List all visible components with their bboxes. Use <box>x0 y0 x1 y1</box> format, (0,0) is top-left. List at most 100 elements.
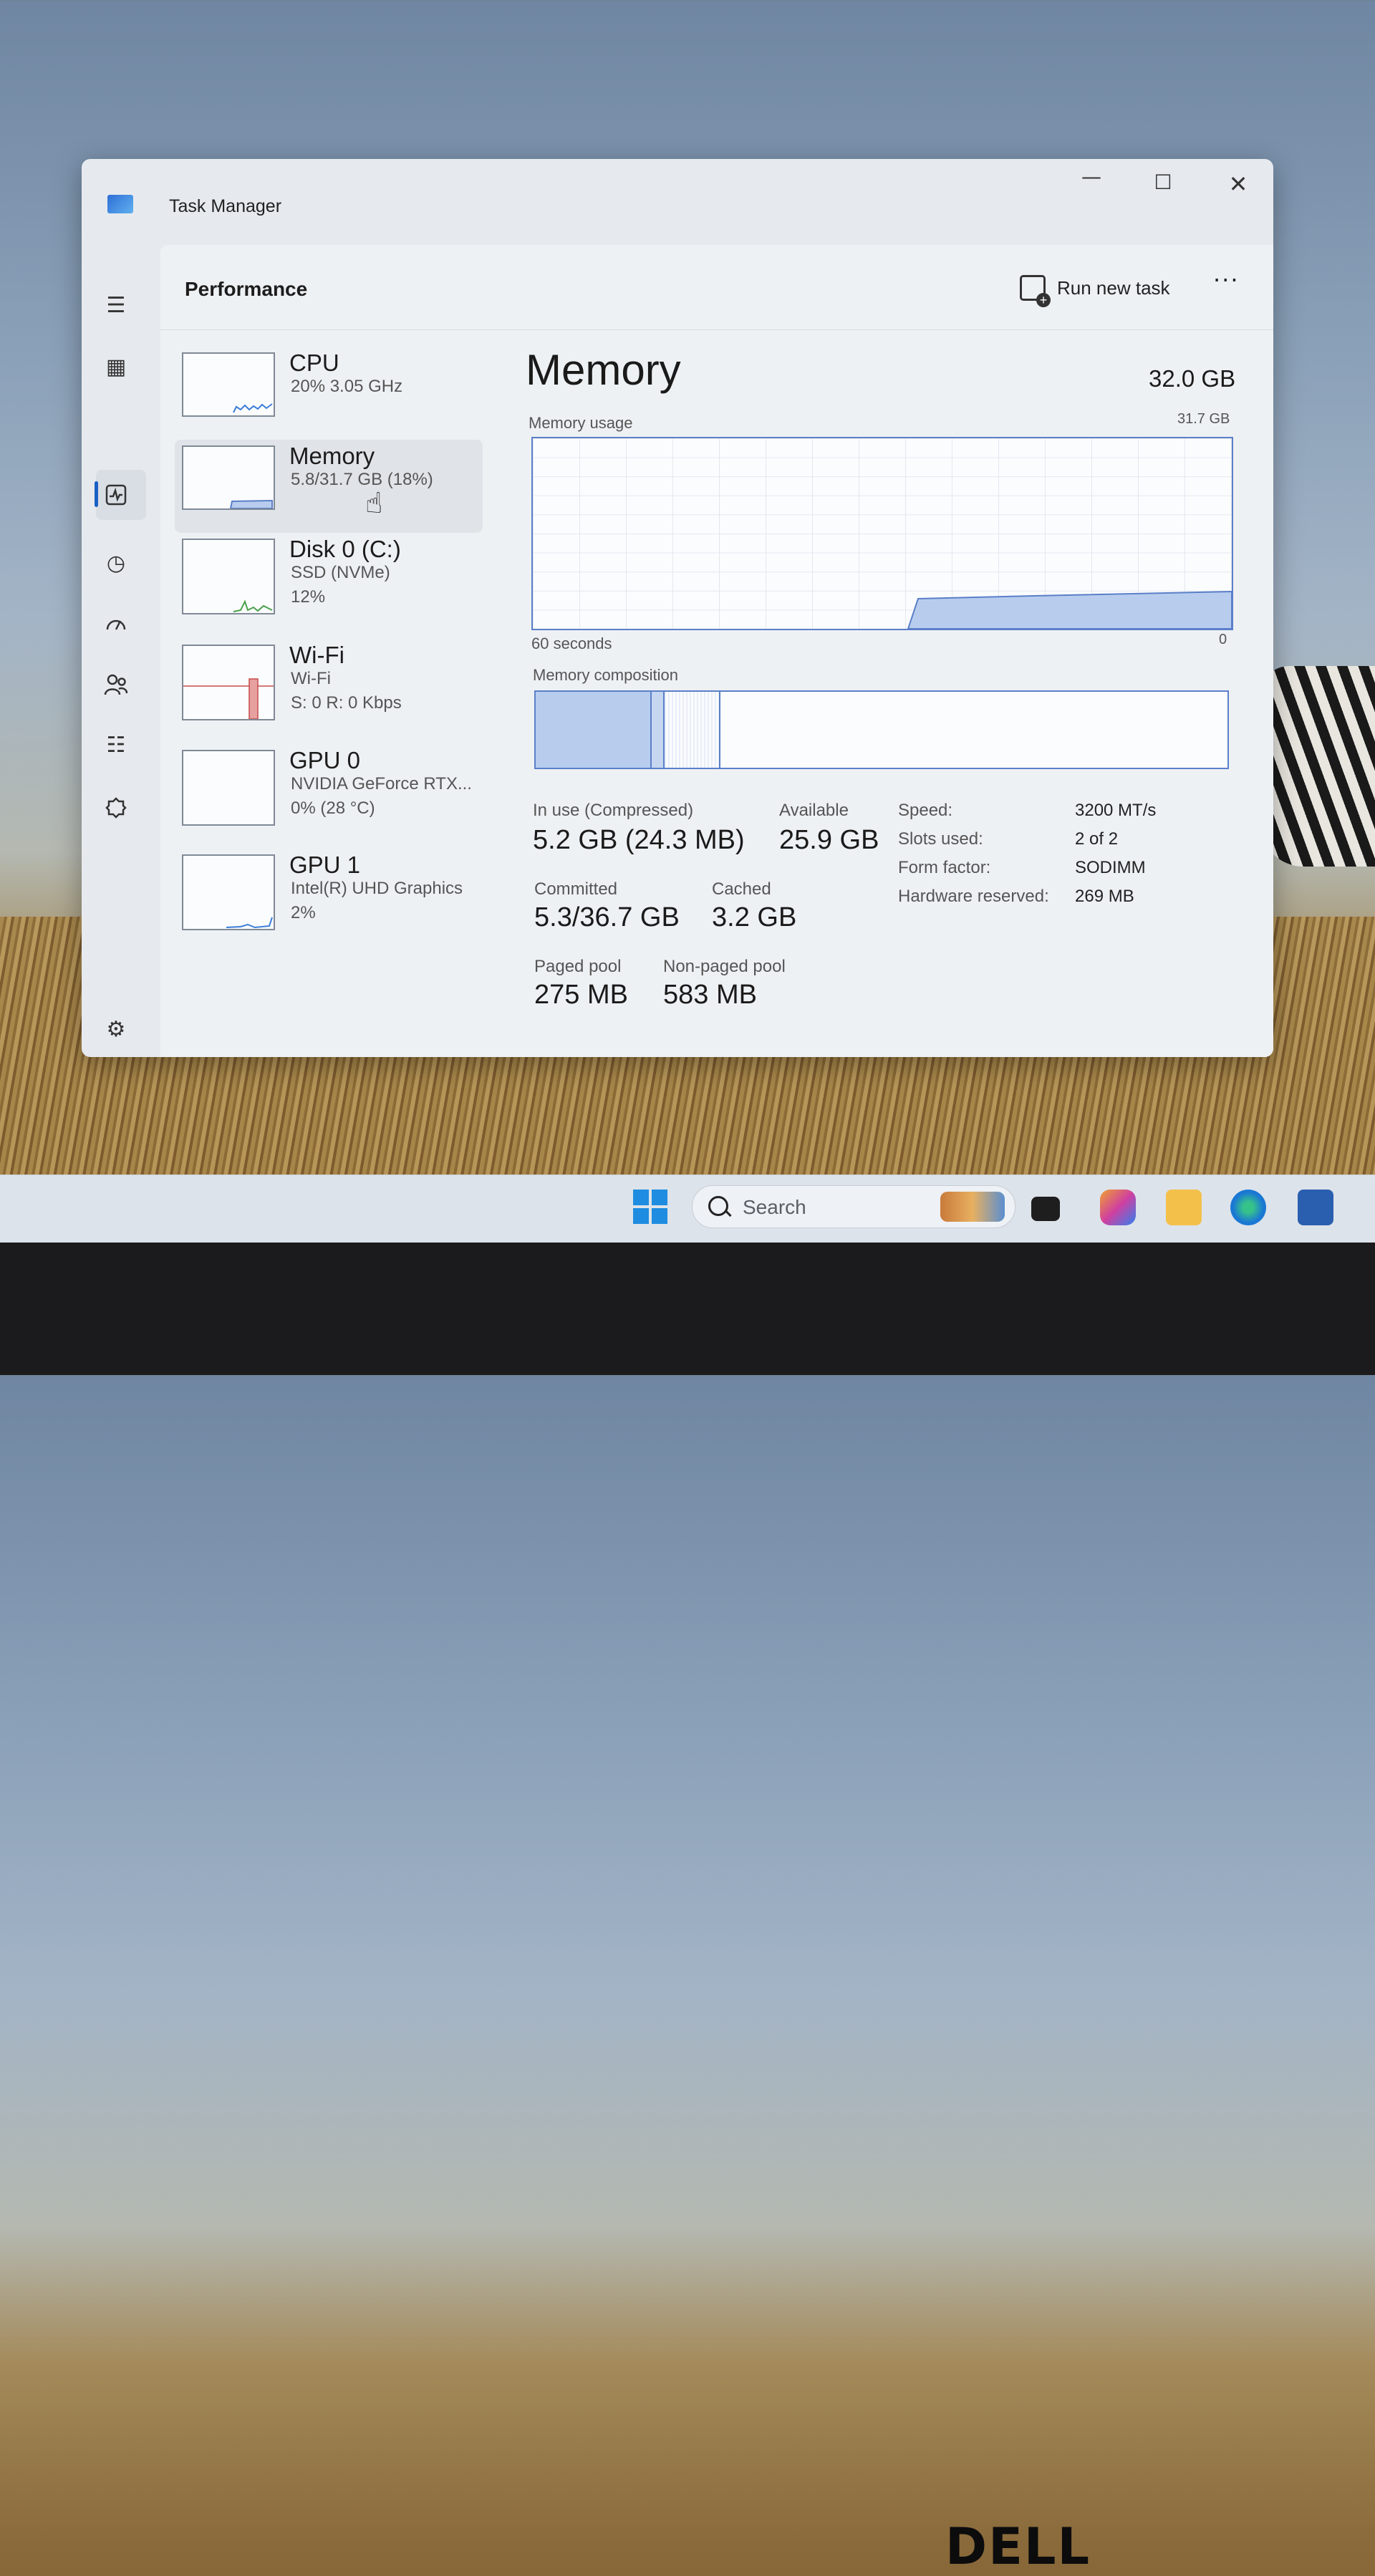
title-bar[interactable]: Task Manager — ☐ ✕ <box>82 159 1273 245</box>
composition-in-use <box>536 692 652 768</box>
form-factor-value: SODIMM <box>1075 858 1146 877</box>
graph-time-right: 0 <box>1219 632 1227 647</box>
maximize-button[interactable]: ☐ <box>1142 170 1185 194</box>
start-button[interactable] <box>633 1190 667 1224</box>
dell-logo: DELL <box>945 2517 1091 2576</box>
speed-label: Speed: <box>898 801 953 820</box>
search-highlight-image <box>940 1192 1005 1222</box>
settings-icon[interactable]: ⚙ <box>100 1013 132 1045</box>
run-new-task-button[interactable]: Run new task <box>1020 266 1170 309</box>
device-gpu-0[interactable]: GPU 0 NVIDIA GeForce RTX... 0% (28 °C) <box>175 744 483 837</box>
device-detail-2: 12% <box>291 587 326 607</box>
search-icon <box>708 1196 728 1216</box>
device-detail: 20% 3.05 GHz <box>291 377 403 396</box>
edge-browser-icon[interactable] <box>1230 1190 1266 1225</box>
hand-cursor-icon: ☝ <box>365 487 383 520</box>
minimize-button[interactable]: — <box>1070 165 1113 188</box>
search-placeholder: Search <box>743 1196 806 1218</box>
device-name: Memory <box>289 443 375 469</box>
device-disk-0[interactable]: Disk 0 (C:) SSD (NVMe) 12% <box>175 533 483 626</box>
device-detail-2: 0% (28 °C) <box>291 799 375 818</box>
device-name: CPU <box>289 349 339 376</box>
device-detail: SSD (NVMe) <box>291 563 390 582</box>
device-cpu[interactable]: CPU 20% 3.05 GHz <box>175 347 483 440</box>
device-name: GPU 1 <box>289 852 361 878</box>
taskbar: Search <box>0 1174 1375 1243</box>
app-history-icon[interactable]: ◷ <box>100 547 132 579</box>
close-button[interactable]: ✕ <box>1217 170 1260 198</box>
more-options-button[interactable]: ··· <box>1213 266 1240 294</box>
paged-pool-value: 275 MB <box>534 980 628 1010</box>
slots-used-value: 2 of 2 <box>1075 829 1119 849</box>
wifi-thumbnail-graph <box>182 645 275 720</box>
available-value: 25.9 GB <box>779 825 879 855</box>
device-name: Disk 0 (C:) <box>289 536 401 562</box>
gpu1-thumbnail-graph <box>182 854 275 930</box>
device-name: GPU 0 <box>289 747 361 773</box>
non-paged-pool-label: Non-paged pool <box>663 957 786 976</box>
device-detail: Intel(R) UHD Graphics <box>291 879 463 898</box>
device-detail: NVIDIA GeForce RTX... <box>291 774 472 793</box>
speed-value: 3200 MT/s <box>1075 801 1157 820</box>
copilot-icon[interactable] <box>1100 1190 1136 1225</box>
in-use-value: 5.2 GB (24.3 MB) <box>533 825 745 855</box>
form-factor-label: Form factor: <box>898 858 991 877</box>
microsoft-store-icon[interactable] <box>1298 1190 1333 1225</box>
cpu-thumbnail-graph <box>182 352 275 417</box>
processes-icon[interactable]: ▦ <box>100 351 132 382</box>
paged-pool-label: Paged pool <box>534 957 622 976</box>
device-detail: Wi-Fi <box>291 669 331 688</box>
users-icon[interactable] <box>100 669 132 700</box>
hamburger-icon[interactable]: ☰ <box>100 289 132 321</box>
committed-value: 5.3/36.7 GB <box>534 902 680 932</box>
services-icon[interactable] <box>100 792 132 824</box>
window-title: Task Manager <box>169 196 282 216</box>
device-gpu-1[interactable]: GPU 1 Intel(R) UHD Graphics 2% <box>175 849 483 942</box>
task-manager-app-icon <box>107 195 133 213</box>
slots-used-label: Slots used: <box>898 829 983 849</box>
run-new-task-icon <box>1020 275 1051 307</box>
available-label: Available <box>779 801 849 820</box>
memory-composition-bar <box>534 690 1229 769</box>
header-divider <box>160 329 1273 330</box>
hardware-reserved-label: Hardware reserved: <box>898 887 1049 906</box>
composition-modified <box>652 692 665 768</box>
composition-free <box>720 692 1227 768</box>
device-detail-2: 2% <box>291 903 316 922</box>
details-icon[interactable]: ☷ <box>100 729 132 761</box>
device-name: Wi-Fi <box>289 642 344 668</box>
file-explorer-icon[interactable] <box>1166 1190 1202 1225</box>
in-use-label: In use (Compressed) <box>533 801 694 820</box>
startup-apps-icon[interactable] <box>100 609 132 640</box>
device-detail: 5.8/31.7 GB (18%) <box>291 470 433 489</box>
performance-icon[interactable] <box>100 479 132 511</box>
device-wifi[interactable]: Wi-Fi Wi-Fi S: 0 R: 0 Kbps <box>175 639 483 732</box>
cached-label: Cached <box>712 879 771 899</box>
memory-usage-label: Memory usage <box>529 414 633 432</box>
performance-page: Performance Run new task ··· CPU 20% 3.0… <box>160 245 1273 1057</box>
device-detail-2: S: 0 R: 0 Kbps <box>291 693 402 713</box>
hardware-reserved-value: 269 MB <box>1075 887 1134 906</box>
laptop-bezel: DELL <box>0 1243 1375 2576</box>
navigation-rail: ☰ ▦ ◷ ☷ ⚙ <box>82 245 160 1057</box>
memory-title: Memory <box>526 346 681 394</box>
memory-thumbnail-graph <box>182 445 275 510</box>
taskbar-search-box[interactable]: Search <box>692 1185 1015 1228</box>
task-view-icon[interactable] <box>1031 1197 1060 1221</box>
disk-thumbnail-graph <box>182 539 275 614</box>
composition-standby <box>665 692 720 768</box>
page-title: Performance <box>185 278 308 300</box>
gpu0-thumbnail-graph <box>182 750 275 826</box>
committed-label: Committed <box>534 879 618 899</box>
nav-selected-indicator <box>95 481 98 507</box>
run-new-task-label: Run new task <box>1057 276 1170 299</box>
memory-composition-label: Memory composition <box>533 666 678 684</box>
memory-usage-graph <box>531 437 1233 630</box>
memory-total: 32.0 GB <box>1149 365 1236 392</box>
cached-value: 3.2 GB <box>712 902 797 932</box>
memory-usage-area <box>907 590 1232 629</box>
task-manager-window: Task Manager — ☐ ✕ ☰ ▦ ◷ ☷ ⚙ Performance… <box>82 159 1273 1057</box>
graph-time-left: 60 seconds <box>531 635 612 652</box>
non-paged-pool-value: 583 MB <box>663 980 757 1010</box>
device-memory[interactable]: Memory 5.8/31.7 GB (18%) <box>175 440 483 533</box>
